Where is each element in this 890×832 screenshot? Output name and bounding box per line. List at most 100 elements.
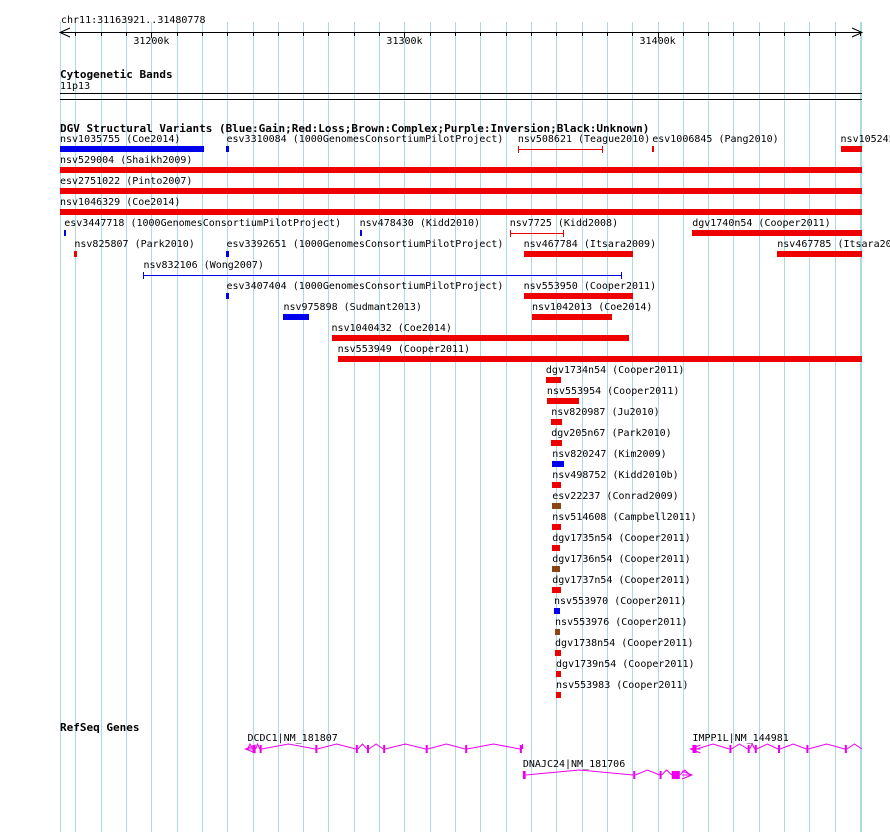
sv-feature-right-cap <box>620 272 622 279</box>
tracks-container: chr11:31163921..31480778 31200k 31300k 314… <box>0 0 890 832</box>
gene-exon <box>633 771 636 779</box>
gene-model[interactable] <box>689 742 863 754</box>
cytoband-bar-bottom <box>60 99 862 100</box>
sv-feature[interactable] <box>555 650 562 656</box>
sv-feature-right-cap <box>562 230 564 237</box>
sv-feature[interactable] <box>551 419 563 425</box>
sv-label: nsv467784 (Itsara2009) <box>523 239 657 250</box>
sv-feature[interactable] <box>226 146 229 152</box>
sv-feature[interactable] <box>652 146 655 152</box>
sv-feature[interactable] <box>74 251 77 257</box>
sv-feature[interactable] <box>556 671 562 677</box>
cytoband-label: 11p13 <box>60 81 91 92</box>
sv-feature[interactable] <box>552 566 561 572</box>
gene-intron <box>255 742 261 750</box>
gene-exon <box>259 745 262 753</box>
sv-label: esv2751022 (Pinto2007) <box>60 176 193 187</box>
sv-feature[interactable] <box>226 293 229 299</box>
sv-feature[interactable] <box>60 146 204 152</box>
sv-feature[interactable] <box>60 209 862 215</box>
sv-feature[interactable] <box>64 230 67 236</box>
gene-exon <box>729 745 732 753</box>
sv-label: dgv1739n54 (Cooper2011) <box>556 659 695 670</box>
sv-label: esv3407404 (1000GenomesConsortiumPilotPr… <box>226 281 504 292</box>
sv-label: nsv498752 (Kidd2010b) <box>552 470 679 481</box>
sv-feature[interactable] <box>531 314 613 320</box>
cytoband-track-title: Cytogenetic Bands <box>60 68 173 81</box>
gene-exon <box>519 745 522 753</box>
sv-label: nsv1035755 (Coe2014) <box>60 134 181 145</box>
sv-feature[interactable] <box>555 629 561 635</box>
sv-feature[interactable] <box>60 167 862 173</box>
gene-intron <box>385 743 426 750</box>
sv-feature[interactable] <box>554 608 561 614</box>
sv-label: nsv825807 (Park2010) <box>74 239 195 250</box>
gene-intron <box>808 743 845 750</box>
sv-feature-left-cap <box>517 146 519 153</box>
gene-model[interactable] <box>244 742 524 754</box>
gene-exon <box>425 745 428 753</box>
sv-feature[interactable] <box>692 230 862 236</box>
sv-feature[interactable] <box>517 149 604 150</box>
gene-exon <box>465 745 468 753</box>
sv-feature[interactable] <box>552 587 562 593</box>
sv-label: nsv1042013 (Coe2014) <box>531 302 653 313</box>
sv-label: nsv553976 (Cooper2011) <box>555 617 688 628</box>
gene-exon <box>522 771 526 779</box>
gene-intron <box>368 743 384 750</box>
gene-exon <box>366 745 369 753</box>
gene-intron <box>779 743 807 750</box>
gene-exon <box>844 745 847 753</box>
sv-feature[interactable] <box>840 146 862 152</box>
sv-feature[interactable] <box>552 482 562 488</box>
gene-intron <box>427 743 466 750</box>
gene-model[interactable] <box>522 769 694 780</box>
sv-label: esv1006845 (Pang2010) <box>652 134 779 145</box>
sv-feature[interactable] <box>556 692 562 698</box>
gene-intron <box>317 743 356 750</box>
gene-exon <box>754 745 757 753</box>
sv-feature[interactable] <box>509 233 564 234</box>
gene-intron <box>467 743 520 750</box>
sv-feature[interactable] <box>551 440 563 446</box>
sv-feature[interactable] <box>552 545 561 551</box>
sv-feature[interactable] <box>331 335 629 341</box>
gene-intron <box>661 769 673 776</box>
sv-feature[interactable] <box>143 275 622 276</box>
sv-feature[interactable] <box>283 314 309 320</box>
sv-label: nsv1040432 (Coe2014) <box>331 323 452 334</box>
sv-feature[interactable] <box>552 461 564 467</box>
sv-label: nsv478430 (Kidd2010) <box>359 218 481 229</box>
sv-feature[interactable] <box>523 251 633 257</box>
gene-intron <box>846 743 863 750</box>
gene-exon <box>659 771 662 779</box>
sv-feature[interactable] <box>60 188 862 194</box>
gene-intron <box>521 743 524 750</box>
gene-label: DNAJC24|NM_181706 <box>522 759 626 770</box>
gene-intron <box>525 769 634 776</box>
sv-label: esv3447718 (1000GenomesConsortiumPilotPr… <box>64 218 342 229</box>
sv-label: nsv529004 (Shaikh2009) <box>60 155 193 166</box>
sv-label: dgv1736n54 (Cooper2011) <box>552 554 691 565</box>
cytoband-bar-top <box>60 93 862 94</box>
gene-intron <box>731 743 748 750</box>
sv-feature-left-cap <box>509 230 511 237</box>
sv-label: esv3392651 (1000GenomesConsortiumPilotPr… <box>226 239 504 250</box>
ruler-tick-label: 31200k <box>133 36 170 47</box>
gene-intron <box>749 742 756 750</box>
sv-label: nsv975898 (Sudmant2013) <box>283 302 422 313</box>
sv-feature[interactable] <box>545 377 562 383</box>
sv-feature[interactable] <box>226 251 229 257</box>
sv-feature[interactable] <box>777 251 862 257</box>
sv-feature[interactable] <box>523 293 633 299</box>
sv-feature[interactable] <box>359 230 362 236</box>
sv-feature[interactable] <box>546 398 580 404</box>
sv-label: esv3310084 (1000GenomesConsortiumPilotPr… <box>226 134 504 145</box>
sv-label: nsv553954 (Cooper2011) <box>546 386 680 397</box>
sv-feature[interactable] <box>337 356 862 362</box>
sv-label: dgv1737n54 (Cooper2011) <box>552 575 691 586</box>
sv-feature[interactable] <box>552 524 562 530</box>
ruler-tick-label: 31400k <box>639 36 676 47</box>
sv-feature[interactable] <box>552 503 562 509</box>
sv-label: esv22237 (Conrad2009) <box>552 491 679 502</box>
